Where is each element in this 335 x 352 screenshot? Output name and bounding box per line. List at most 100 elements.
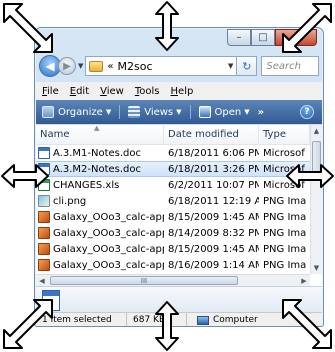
status-location-label: Computer [213, 315, 258, 325]
file-name: Galaxy_OOo3_calc-app... [53, 211, 164, 223]
file-date-cell: 6/18/2011 12:19 AM [168, 195, 259, 207]
file-row[interactable]: A.3.M2-Notes.doc 6/18/2011 3:26 PM Microso… [36, 161, 310, 177]
resize-nw-arrow-icon[interactable] [0, 0, 54, 54]
resize-s-arrow-icon[interactable] [154, 300, 180, 352]
png-icon [38, 195, 50, 207]
file-row[interactable]: Galaxy_OOo3_calc-app... 8/15/2009 1:45 AM… [36, 209, 310, 225]
explorer-window: – □ ✕ ◀ ▶ ▼ « M2soc ▼ ↻ Search File Edit… [34, 27, 324, 327]
scroll-down-icon[interactable]: ▼ [311, 262, 322, 274]
organize-button[interactable]: Organize ▼ [42, 106, 111, 118]
minimize-button[interactable]: – [227, 29, 251, 46]
file-name: A.3.M2-Notes.doc [53, 163, 142, 175]
resize-w-arrow-icon[interactable] [0, 163, 50, 189]
file-date-cell: 8/15/2009 1:45 AM [168, 211, 259, 223]
computer-icon [197, 315, 209, 325]
column-header-type[interactable]: Type [259, 125, 310, 144]
file-row[interactable]: Galaxy_OOo3_calc-app... 8/16/2009 1:14 AM… [36, 257, 310, 273]
file-row[interactable]: cli.png 6/18/2011 12:19 AM PNG Ima [36, 193, 310, 209]
scroll-up-icon[interactable]: ▲ [311, 125, 322, 137]
menu-file[interactable]: File [42, 86, 59, 97]
maximize-button[interactable]: □ [251, 29, 275, 46]
organize-label: Organize [58, 106, 103, 118]
scroll-left-icon[interactable]: ◀ [36, 275, 48, 286]
file-type-cell: PNG Ima [263, 227, 307, 239]
refresh-button[interactable]: ↻ [237, 56, 258, 76]
address-dropdown-icon[interactable]: ▼ [228, 62, 233, 70]
calc-icon [38, 243, 50, 255]
open-app-icon [198, 106, 211, 118]
file-name-cell: CHANGES.xls [36, 179, 164, 191]
file-type-cell: Microsof [263, 147, 305, 159]
file-row[interactable]: Galaxy_OOo3_calc-app... 8/15/2009 1:45 AM… [36, 241, 310, 257]
file-type-cell: PNG Ima [263, 211, 307, 223]
column-header-row: ▲ Name Date modified Type [36, 125, 310, 145]
views-button[interactable]: Views ▼ [128, 106, 182, 118]
file-name-cell: Galaxy_OOo3_calc-app... [36, 227, 164, 239]
menu-view[interactable]: View [100, 86, 124, 97]
views-label: Views [144, 106, 174, 118]
file-date-cell: 6/18/2011 6:06 PM [168, 147, 259, 159]
resize-se-arrow-icon[interactable] [281, 298, 335, 352]
file-name: Galaxy_OOo3_calc-app... [53, 243, 164, 255]
resize-ne-arrow-icon[interactable] [281, 0, 335, 54]
folder-icon [89, 60, 104, 72]
chevron-down-icon: ▼ [105, 108, 112, 116]
horizontal-scroll-thumb[interactable]: III [50, 276, 238, 285]
address-bar[interactable]: « M2soc ▼ [85, 56, 238, 76]
file-row[interactable]: Galaxy_OOo3_calc-app... 8/14/2009 8:32 PM… [36, 225, 310, 241]
screenshot-stage: – □ ✕ ◀ ▶ ▼ « M2soc ▼ ↻ Search File Edit… [0, 0, 335, 352]
file-name: CHANGES.xls [53, 179, 120, 191]
more-commands-button[interactable]: » [258, 107, 264, 118]
file-rows: A.3.M1-Notes.doc 6/18/2011 6:06 PM Microso… [36, 145, 310, 273]
open-button[interactable]: Open ▼ [198, 106, 250, 118]
file-name-cell: A.3.M2-Notes.doc [36, 163, 164, 175]
file-row[interactable]: A.3.M1-Notes.doc 6/18/2011 6:06 PM Microso… [36, 145, 310, 161]
menu-help[interactable]: Help [171, 86, 194, 97]
column-header-name[interactable]: ▲ Name [36, 125, 164, 144]
file-date-cell: 8/14/2009 8:32 PM [168, 227, 259, 239]
views-icon [128, 106, 141, 118]
recent-pages-dropdown-icon[interactable]: ▼ [78, 62, 83, 70]
file-date-cell: 6/2/2011 10:07 PM [168, 179, 259, 191]
column-header-date[interactable]: Date modified [164, 125, 259, 144]
organize-icon [42, 106, 54, 118]
file-name: A.3.M1-Notes.doc [53, 147, 142, 159]
sort-ascending-icon: ▲ [94, 124, 100, 132]
chevron-down-icon: ▼ [244, 108, 250, 116]
menu-bar: File Edit View Tools Help [36, 82, 322, 100]
address-row: ◀ ▶ ▼ « M2soc ▼ ↻ Search [39, 52, 319, 80]
address-path[interactable]: M2soc [118, 60, 228, 73]
calc-icon [38, 227, 50, 239]
calc-icon [38, 211, 50, 223]
resize-e-arrow-icon[interactable] [285, 163, 335, 189]
file-name: cli.png [53, 195, 87, 207]
vertical-scrollbar[interactable]: ▲ ▼ [310, 125, 322, 274]
file-row[interactable]: CHANGES.xls 6/2/2011 10:07 PM Microsof [36, 177, 310, 193]
doc-icon [38, 147, 50, 159]
search-input[interactable]: Search [261, 56, 319, 76]
toolbar-separator [189, 105, 191, 119]
file-date-cell: 8/16/2009 1:14 AM [168, 259, 259, 271]
resize-n-arrow-icon[interactable] [154, 0, 180, 52]
command-toolbar: Organize ▼ Views ▼ Open ▼ » ? [36, 100, 322, 124]
menu-tools[interactable]: Tools [135, 86, 160, 97]
breadcrumb-chevron[interactable]: « [107, 61, 113, 72]
file-name-cell: A.3.M1-Notes.doc [36, 147, 164, 159]
file-name-cell: Galaxy_OOo3_calc-app... [36, 243, 164, 255]
open-label: Open [214, 106, 242, 118]
file-name-cell: Galaxy_OOo3_calc-app... [36, 211, 164, 223]
toolbar-separator [119, 105, 121, 119]
help-icon[interactable]: ? [300, 105, 314, 119]
file-name: Galaxy_OOo3_calc-app... [53, 259, 164, 271]
forward-button[interactable]: ▶ [58, 57, 76, 75]
file-type-cell: PNG Ima [263, 259, 307, 271]
chevron-down-icon: ▼ [176, 108, 182, 116]
scroll-right-icon[interactable]: ▶ [298, 275, 310, 286]
resize-sw-arrow-icon[interactable] [0, 298, 54, 352]
file-name-cell: Galaxy_OOo3_calc-app... [36, 259, 164, 271]
file-list: ▲ Name Date modified Type A.3.M1-Notes.d… [36, 124, 322, 286]
file-name: Galaxy_OOo3_calc-app... [53, 227, 164, 239]
file-date-cell: 8/15/2009 1:45 AM [168, 243, 259, 255]
menu-edit[interactable]: Edit [70, 86, 89, 97]
horizontal-scrollbar[interactable]: ◀ III ▶ [36, 274, 310, 286]
